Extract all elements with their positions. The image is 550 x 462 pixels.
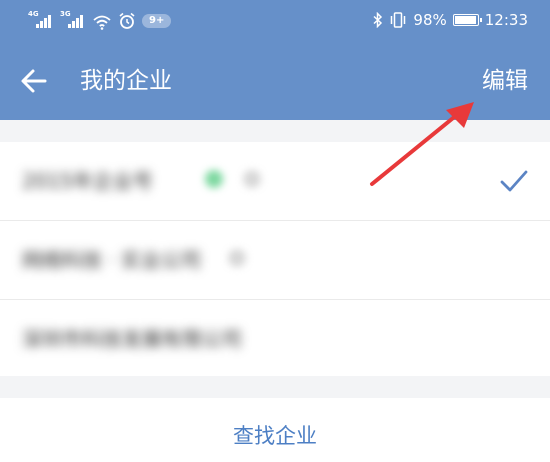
checkmark-icon [500, 170, 528, 192]
company-list-item[interactable]: 网络科技 · 实业公司 [0, 220, 550, 299]
bluetooth-icon [373, 12, 383, 28]
battery-icon [452, 14, 482, 26]
signal-icon-sim1: 4G [28, 10, 54, 30]
company-name: 深圳市科技发展有限公司 [22, 327, 242, 351]
back-arrow-icon [21, 69, 47, 93]
signal-icon-sim2: 3G [60, 10, 86, 30]
battery-fill [454, 16, 477, 24]
company-name: 网络科技 · 实业公司 [22, 248, 202, 272]
battery-percent: 98% [413, 11, 447, 29]
status-bar-left: 4G 3G 9+ [28, 10, 172, 30]
screen: 4G 3G 9+ 98% 12:33 我的企业 编辑 2015年企业号 网络科技… [0, 0, 550, 462]
company-tag-dot [205, 170, 223, 188]
back-button[interactable] [18, 66, 52, 96]
status-bar: 4G 3G 9+ 98% 12:33 [0, 0, 550, 40]
wifi-icon [93, 15, 111, 30]
company-name: 2015年企业号 [22, 169, 153, 193]
section-spacer [0, 376, 550, 398]
edit-button[interactable]: 编辑 [482, 66, 528, 96]
page-title: 我的企业 [80, 68, 172, 94]
company-tag-dot [243, 170, 261, 188]
alarm-clock-icon [119, 12, 135, 29]
status-bar-right: 98% 12:33 [373, 10, 528, 30]
company-tag-dot [228, 249, 246, 267]
vibrate-icon [391, 12, 406, 28]
annotation-arrow-icon [370, 102, 474, 186]
company-list-item[interactable]: 深圳市科技发展有限公司 [0, 299, 550, 378]
notification-badge: 9+ [142, 14, 172, 28]
find-company-button[interactable]: 查找企业 [0, 398, 550, 462]
status-time: 12:33 [484, 11, 528, 29]
